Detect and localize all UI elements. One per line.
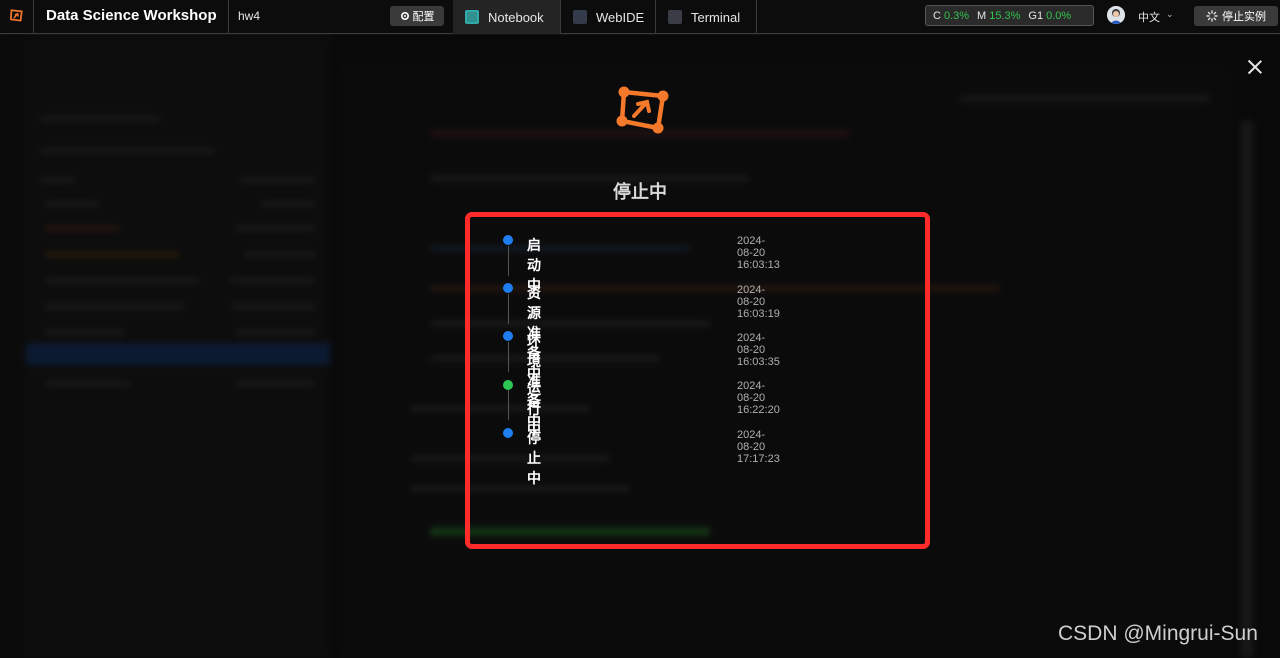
- cpu-value: 0.3%: [943, 9, 970, 22]
- app-title: Data Science Workshop: [46, 7, 217, 24]
- stop-instance-button[interactable]: 停止实例: [1194, 6, 1278, 26]
- tab-notebook[interactable]: Notebook: [453, 0, 560, 34]
- timeline-step-time: 2024-08-20 16:03:19: [737, 284, 780, 320]
- tab-terminal[interactable]: Terminal: [656, 0, 756, 34]
- tab-notebook-label: Notebook: [488, 9, 544, 25]
- spinner-icon: [1206, 10, 1218, 22]
- tab-webide-label: WebIDE: [596, 9, 645, 25]
- timeline-dot: [503, 235, 513, 245]
- project-name: hw4: [238, 9, 261, 23]
- close-icon[interactable]: [1246, 58, 1264, 76]
- config-button-label: 配置: [412, 11, 435, 23]
- timeline-dot: [503, 283, 513, 293]
- timeline-step-time: 2024-08-20 16:03:35: [737, 332, 780, 368]
- app-logo[interactable]: [0, 0, 34, 34]
- terminal-icon: [668, 10, 682, 24]
- timeline-step-time: 2024-08-20 17:17:23: [737, 429, 780, 465]
- gear-icon: [400, 11, 409, 21]
- timeline-dot: [503, 428, 513, 438]
- gpu-label: G1: [1028, 9, 1044, 22]
- code-icon: [573, 10, 587, 24]
- watermark: CSDN @Mingrui-Sun: [1058, 622, 1258, 645]
- timeline-step-time: 2024-08-20 16:22:20: [737, 380, 780, 416]
- chevron-down-icon[interactable]: ⌄: [1166, 9, 1174, 20]
- avatar[interactable]: [1107, 6, 1125, 24]
- tab-terminal-label: Terminal: [691, 9, 741, 25]
- mem-value: 15.3%: [989, 9, 1021, 22]
- status-title: 停止中: [613, 182, 667, 202]
- gpu-value: 0.0%: [1046, 9, 1072, 22]
- timeline-step-time: 2024-08-20 16:03:13: [737, 235, 780, 271]
- language-selector[interactable]: 中文: [1138, 9, 1160, 25]
- user-avatar-icon: [1107, 6, 1125, 24]
- brand-logo-icon: [9, 9, 23, 22]
- notebook-icon: [465, 10, 479, 24]
- timeline-dot: [503, 331, 513, 341]
- timeline-dot: [503, 380, 513, 390]
- resource-usage: C 0.3% M 15.3% G1 0.0%: [925, 5, 1094, 26]
- timeline-step-label: 停止中: [527, 430, 541, 486]
- mem-label: M: [977, 9, 987, 22]
- brand-logo-icon-large: [616, 86, 669, 134]
- top-bar: Data Science Workshop hw4 配置 Notebook We…: [0, 0, 1280, 34]
- tab-webide[interactable]: WebIDE: [561, 0, 655, 34]
- stop-instance-label: 停止实例: [1222, 11, 1266, 23]
- config-button[interactable]: 配置: [390, 6, 444, 26]
- cpu-label: C: [933, 9, 941, 22]
